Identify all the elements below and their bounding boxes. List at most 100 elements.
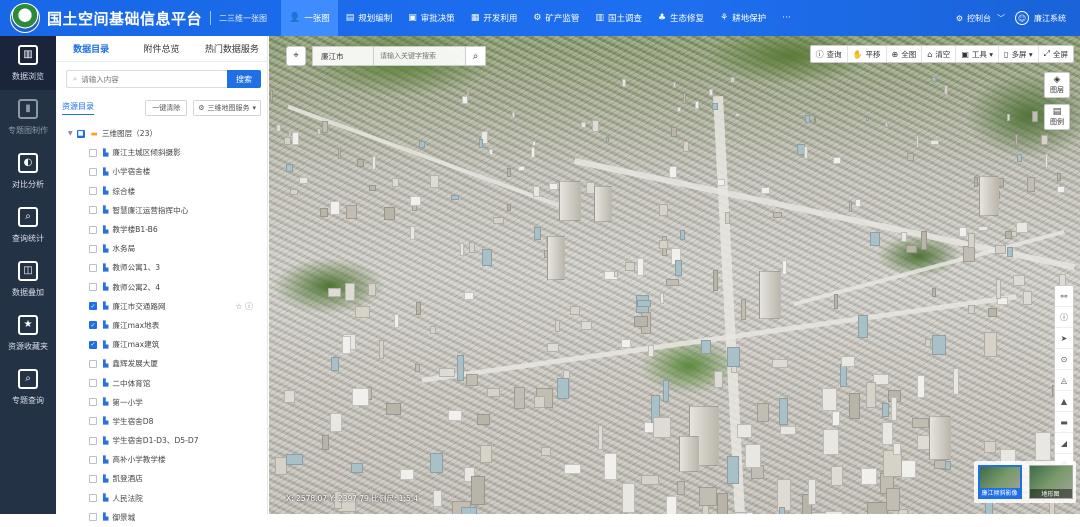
tab-0[interactable]: 数据目录 — [56, 36, 126, 61]
clear-all-button[interactable]: 一键清除 — [145, 100, 188, 116]
chevron-down-icon[interactable]: ﹀ — [997, 13, 1005, 24]
layer-row[interactable]: ▙ 智慧廉江运营指挥中心 — [56, 201, 267, 220]
layers-button[interactable]: ◈ 图层 — [1044, 72, 1070, 98]
layer-row[interactable]: ▙ 二中体育馆 — [56, 373, 267, 392]
layer-checkbox[interactable] — [89, 417, 97, 426]
resource-catalog-label[interactable]: 资源目录 — [62, 101, 94, 115]
location-pin-icon[interactable]: ⌖ — [286, 46, 306, 66]
layer-row[interactable]: ▙ 教师公寓2、4 — [56, 278, 267, 297]
layer-row[interactable]: ▙ 凯登酒店 — [56, 469, 267, 488]
building — [328, 288, 341, 298]
nav-item-7[interactable]: ⚘ 耕地保护 — [712, 0, 774, 36]
layer-row[interactable]: ▙ 教师公寓1、3 — [56, 258, 267, 277]
map-tool-5[interactable]: ▯ 多屏 ▾ — [999, 46, 1039, 62]
map-search-button[interactable]: ⌕ — [466, 46, 486, 66]
collapse-arrow-icon[interactable]: ▼ — [68, 130, 73, 137]
layer-row[interactable]: ▙ 教学楼B1-B6 — [56, 220, 267, 239]
nav-item-5[interactable]: ▥ 国土调查 — [587, 0, 650, 36]
layer-checkbox[interactable] — [89, 263, 97, 272]
layer-row[interactable]: ▙ 学生宿舍D1-D3、D5-D7 — [56, 431, 267, 450]
layer-checkbox[interactable] — [89, 513, 97, 522]
tree-root-row[interactable]: ▼ ■ ▬ 三维图层（23） — [56, 124, 267, 143]
layer-checkbox[interactable] — [89, 187, 97, 196]
layer-checkbox[interactable] — [89, 244, 97, 253]
sidebar-item-5[interactable]: ★ 资源收藏夹 — [0, 306, 56, 360]
nav-item-3[interactable]: ▦ 开发利用 — [463, 0, 526, 36]
basemap-thumb-1[interactable]: 地形图 — [1028, 465, 1073, 499]
side-tool-icon-7[interactable]: ◢ — [1055, 433, 1073, 454]
user-name[interactable]: 廉江系统 — [1034, 13, 1066, 24]
layer-checkbox[interactable] — [89, 359, 97, 368]
nav-item-4[interactable]: ⚙ 矿产监管 — [525, 0, 587, 36]
layer-row[interactable]: ▙ 御景城 — [56, 508, 267, 527]
map-3d-view[interactable] — [269, 36, 1080, 514]
layer-row[interactable]: ▙ 小学宿舍楼 — [56, 162, 267, 181]
side-tool-icon-2[interactable]: ➤ — [1055, 328, 1073, 349]
layer-checkbox[interactable]: ✓ — [89, 340, 97, 349]
layer-checkbox[interactable] — [89, 398, 97, 407]
layer-checkbox[interactable] — [89, 455, 97, 464]
layer-row[interactable]: ▙ 廉江主城区倾斜摄影 — [56, 143, 267, 162]
map-tool-0[interactable]: ⓘ 查询 — [811, 46, 848, 62]
layer-row[interactable]: ✓ ▙ 廉江max地表 — [56, 316, 267, 335]
layer-checkbox[interactable] — [89, 283, 97, 292]
side-tool-icon-3[interactable]: ⊙ — [1055, 349, 1073, 370]
map-tool-3[interactable]: ⌂ 清空 — [922, 46, 957, 62]
layer-checkbox[interactable] — [89, 148, 97, 157]
side-tool-icon-4[interactable]: ◬ — [1055, 370, 1073, 391]
map-tool-4[interactable]: ▣ 工具 ▾ — [956, 46, 1000, 62]
map-tool-2[interactable]: ⊕ 全图 — [887, 46, 923, 62]
map-tool-6[interactable]: ⤢ 全屏 — [1039, 46, 1073, 62]
layer-row[interactable]: ▙ 第一小学 — [56, 393, 267, 412]
nav-item-0[interactable]: 👤 一张图 — [281, 0, 338, 36]
layer-row[interactable]: ▙ 水务局 — [56, 239, 267, 258]
sidebar-item-1[interactable]: ▮ 专题图制作 — [0, 90, 56, 144]
star-info-icon[interactable]: ☆ ⓘ — [235, 301, 253, 312]
city-select[interactable]: 廉江市 — [312, 46, 374, 66]
sidebar-item-6[interactable]: ⌕ 专题查询 — [0, 360, 56, 414]
side-tool-icon-0[interactable]: ⚯ — [1055, 286, 1073, 307]
sidebar-item-3[interactable]: ⌕ 查询统计 — [0, 198, 56, 252]
nav-item-2[interactable]: ▣ 审批决策 — [400, 0, 463, 36]
building — [931, 288, 936, 298]
layer-checkbox[interactable] — [89, 494, 97, 503]
building — [714, 370, 724, 389]
nav-item-1[interactable]: ▤ 规划编制 — [338, 0, 401, 36]
layer-row[interactable]: ▙ 人民法院 — [56, 489, 267, 508]
layer-row[interactable]: ▙ 高补小学教学楼 — [56, 450, 267, 469]
layer-checkbox[interactable]: ✓ — [89, 321, 97, 330]
nav-item-8[interactable]: ··· — [774, 0, 803, 36]
layer-row[interactable]: ▙ 学生宿舍D8 — [56, 412, 267, 431]
layer-row[interactable]: ▙ 综合楼 — [56, 182, 267, 201]
layer-checkbox[interactable] — [89, 474, 97, 483]
side-tool-icon-1[interactable]: ⓘ — [1055, 307, 1073, 328]
tab-2[interactable]: 热门数据服务 — [197, 36, 267, 61]
coordinate-readout: X: 2578.07 Y: 2397.79 比例尺: 1:5.4 — [286, 494, 418, 503]
control-console-link[interactable]: 控制台 — [967, 13, 991, 24]
map-service-select[interactable]: ⚙ 三维地图服务 ▾ — [193, 100, 261, 116]
layer-checkbox[interactable] — [89, 436, 97, 445]
side-tool-icon-5[interactable]: ▲ — [1055, 391, 1073, 412]
map-tool-1[interactable]: ✋ 平移 — [848, 46, 887, 62]
search-button[interactable]: 搜索 — [227, 70, 261, 88]
sidebar-item-4[interactable]: ◫ 数据叠加 — [0, 252, 56, 306]
avatar[interactable]: ☺ — [1015, 11, 1029, 25]
layer-row[interactable]: ▙ 鑫辉发展大厦 — [56, 354, 267, 373]
layer-row[interactable]: ✓ ▙ 廉江市交通路网 ☆ ⓘ — [56, 297, 267, 316]
root-checkbox[interactable]: ■ — [76, 129, 85, 138]
catalog-search-input[interactable] — [81, 74, 212, 84]
sidebar-item-2[interactable]: ◐ 对比分析 — [0, 144, 56, 198]
keyword-search-input[interactable] — [380, 52, 464, 60]
layer-checkbox[interactable]: ✓ — [89, 302, 97, 311]
side-tool-icon-6[interactable]: ▬ — [1055, 412, 1073, 433]
legend-button[interactable]: ▤ 图例 — [1044, 104, 1070, 130]
layer-checkbox[interactable] — [89, 225, 97, 234]
layer-checkbox[interactable] — [89, 167, 97, 176]
tab-1[interactable]: 附件总览 — [126, 36, 196, 61]
layer-row[interactable]: ✓ ▙ 廉江max建筑 — [56, 335, 267, 354]
basemap-thumb-0[interactable]: 廉江倾斜影像 — [977, 465, 1022, 499]
layer-checkbox[interactable] — [89, 206, 97, 215]
sidebar-item-0[interactable]: ▥ 数据浏览 — [0, 36, 56, 90]
nav-item-6[interactable]: ♣ 生态修复 — [650, 0, 712, 36]
layer-checkbox[interactable] — [89, 379, 97, 388]
